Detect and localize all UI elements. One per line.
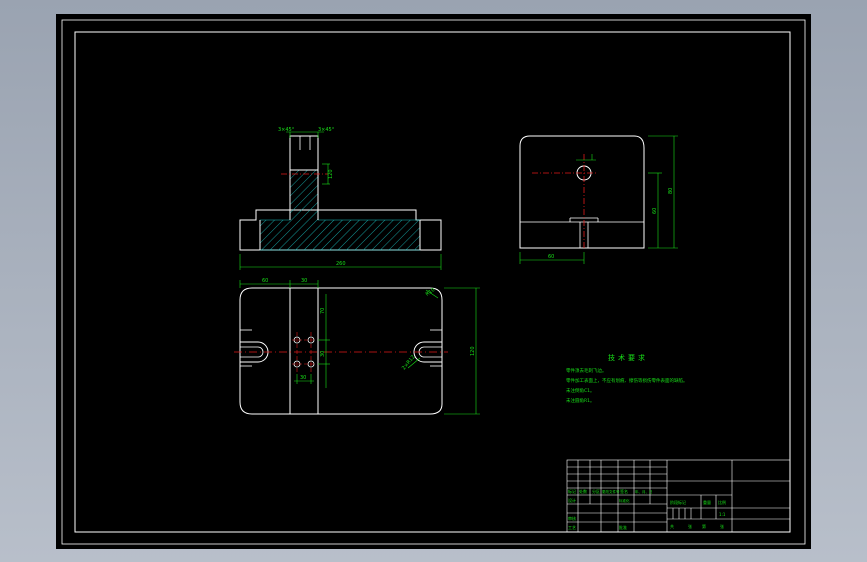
cad-viewport: 3×45° 3×45° 120 260 60 60 80 60 30 70 30… <box>0 0 867 562</box>
tb-stage-mark: 阶段标记 <box>670 499 686 505</box>
side-view-dim-height-inner: 60 <box>652 208 658 214</box>
drawing-sheet: 3×45° 3×45° 120 260 60 60 80 60 30 70 30… <box>56 14 811 549</box>
tb-sheet-no: 第 <box>702 523 706 529</box>
front-view-dim-height: 120 <box>328 169 334 179</box>
top-view-dim-hole-pitch: 30 <box>320 351 326 357</box>
front-view-dim-width: 260 <box>336 261 346 267</box>
top-view: 60 30 70 30 30 R10 2×R12 120 <box>234 278 480 415</box>
tb-header: 年、月、日 <box>635 489 653 494</box>
top-view-dim-left-b: 30 <box>301 278 307 284</box>
outer-frame <box>61 19 806 545</box>
top-view-dim-hole-pitch-b: 30 <box>300 375 306 381</box>
tb-header: 标记 <box>568 488 576 494</box>
tb-approve: 批准 <box>619 524 627 530</box>
tb-sheets-total: 共 <box>670 523 674 529</box>
inner-frame <box>74 31 791 533</box>
tb-review: 审核 <box>568 515 576 521</box>
tb-header: 签名 <box>620 488 628 494</box>
notes-title: 技术要求 <box>608 353 648 362</box>
tb-design: 设计 <box>568 497 576 503</box>
tb-scale-value: 1:1 <box>719 512 726 517</box>
top-view-dim-left-a: 60 <box>262 278 268 284</box>
notes-line: 零件加工表面上，不应有划痕、擦伤等损伤零件表面的缺陷。 <box>566 377 688 384</box>
tb-standardize: 标准化 <box>619 498 630 503</box>
title-block <box>566 459 791 533</box>
top-view-dim-pitch: 70 <box>320 308 326 314</box>
drawing-canvas: 3×45° 3×45° 120 260 60 60 80 60 30 70 30… <box>61 19 806 545</box>
notes-line: 未注倒角C1。 <box>566 387 595 394</box>
title-block-labels: 标记 处数 分区 更改文件号 签名 年、月、日 设计 标准化 审核 工艺 批准 … <box>568 488 726 530</box>
front-view: 3×45° 3×45° 120 260 <box>239 127 442 270</box>
tb-scale: 比例 <box>718 499 726 505</box>
side-view-dim-bottom: 60 <box>548 254 554 260</box>
top-view-outline <box>239 287 443 415</box>
notes-line: 零件须去毛刺飞边。 <box>566 367 607 374</box>
side-view-dim-height-outer: 80 <box>668 188 674 194</box>
side-view-outline <box>519 135 645 249</box>
tb-process: 工艺 <box>568 525 576 530</box>
front-view-dim-chamfer-right: 3×45° <box>318 127 335 133</box>
tb-weight: 重量 <box>703 499 711 505</box>
side-view: 60 60 80 <box>519 135 678 264</box>
tb-sheet-no-suffix: 张 <box>720 523 724 529</box>
tb-header: 处数 <box>579 488 587 494</box>
front-view-dim-chamfer-left: 3×45° <box>278 127 295 133</box>
technical-notes: 技术要求 零件须去毛刺飞边。 零件加工表面上，不应有划痕、擦伤等损伤零件表面的缺… <box>566 353 688 404</box>
tb-sheet-of: 张 <box>688 523 692 529</box>
tb-header: 更改文件号 <box>602 489 620 494</box>
notes-line: 未注圆角R1。 <box>566 397 595 404</box>
tb-header: 分区 <box>592 488 600 494</box>
top-view-dim-overall-height: 120 <box>470 346 476 356</box>
